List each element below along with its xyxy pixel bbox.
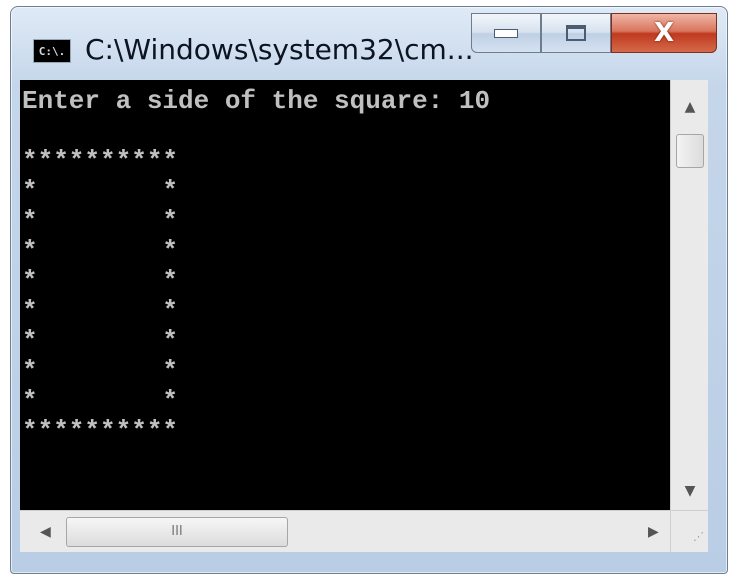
minimize-button[interactable] bbox=[471, 13, 541, 53]
output-line: * * bbox=[22, 386, 179, 416]
output-line: * * bbox=[22, 236, 179, 266]
output-line: * * bbox=[22, 296, 179, 326]
horizontal-scroll-thumb[interactable]: III bbox=[66, 517, 288, 547]
arrow-down-icon[interactable]: ▼ bbox=[671, 484, 709, 498]
vertical-scrollbar[interactable]: ▲ ▼ bbox=[670, 80, 708, 510]
arrow-right-icon[interactable]: ▶ bbox=[648, 525, 659, 539]
output-line: * * bbox=[22, 356, 179, 386]
minimize-icon bbox=[494, 28, 518, 38]
arrow-up-icon[interactable]: ▲ bbox=[671, 100, 709, 114]
output-line: * * bbox=[22, 326, 179, 356]
prompt-line: Enter a side of the square: 10 bbox=[22, 86, 491, 116]
output-line: * * bbox=[22, 206, 179, 236]
console-output-area[interactable]: Enter a side of the square: 10 *********… bbox=[20, 80, 670, 510]
cmd-app-icon[interactable]: C:\. bbox=[33, 39, 71, 63]
vertical-scroll-thumb[interactable] bbox=[676, 134, 704, 168]
resize-grip-icon[interactable]: ⋰ bbox=[670, 510, 708, 552]
output-line: * * bbox=[22, 176, 179, 206]
maximize-icon bbox=[566, 25, 586, 41]
output-line: ********** bbox=[22, 416, 179, 446]
maximize-button[interactable] bbox=[541, 13, 611, 53]
title-bar[interactable]: C:\. C:\Windows\system32\cm... X bbox=[11, 7, 727, 83]
output-line: * * bbox=[22, 266, 179, 296]
horizontal-scrollbar[interactable]: ◀ III ▶ bbox=[20, 510, 670, 552]
arrow-left-icon[interactable]: ◀ bbox=[40, 525, 51, 539]
output-line: ********** bbox=[22, 146, 179, 176]
close-button[interactable]: X bbox=[611, 13, 717, 53]
caption-buttons: X bbox=[471, 13, 717, 53]
window-title: C:\Windows\system32\cm... bbox=[85, 33, 474, 66]
